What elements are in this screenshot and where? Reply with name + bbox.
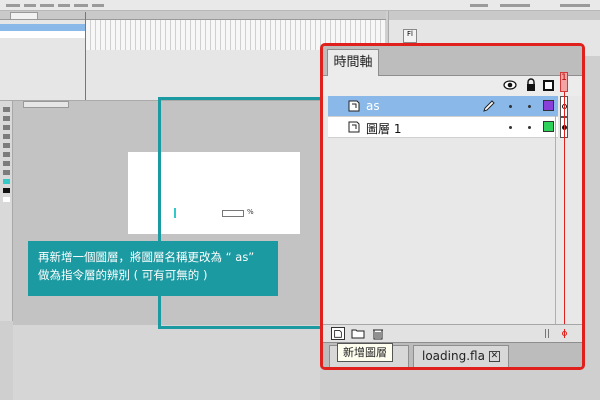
playhead-marker-icon [562,329,567,338]
lock-dot[interactable] [528,105,531,108]
percent-label: % [247,208,254,216]
instruction-note: 再新增一個圖層，將圖層名稱更改為 “ as” 做為指令層的辨別 ( 可有可無的 … [28,241,278,296]
new-layer-tooltip: 新增圖層 [337,343,393,362]
outline-icon[interactable] [543,80,554,91]
timeline-footer [323,324,582,342]
panel-tab-bar: 時間軸 [323,46,582,76]
eye-icon[interactable] [503,78,517,92]
percent-textbox [222,210,244,217]
connector-line [158,296,161,329]
layer-icon [348,100,360,112]
note-line-2: 做為指令層的辨別 ( 可有可無的 ) [38,268,208,282]
layer-row-as[interactable]: as [328,96,558,117]
trash-icon[interactable] [371,327,385,340]
new-layer-icon[interactable] [331,327,345,340]
connector-line [158,326,334,329]
pencil-icon [483,100,495,112]
layer-row-1[interactable]: 圖層 1 [328,117,558,138]
scroll-grip[interactable] [545,329,551,338]
stage [128,152,300,234]
layer-color-swatch[interactable] [543,121,554,132]
tab-loading-fla[interactable]: loading.fla ✕ [413,345,509,367]
visibility-dot[interactable] [509,105,512,108]
loading-bar [174,208,176,218]
tab-label: loading.fla [422,349,485,363]
tab-timeline[interactable]: 時間軸 [327,49,379,76]
document-tab[interactable] [23,101,69,108]
layer-color-swatch[interactable] [543,100,554,111]
tools-panel [0,101,13,321]
frame-number[interactable]: 1 [560,72,568,92]
lock-dot[interactable] [528,126,531,129]
connector-line [158,97,161,241]
layer-icon [348,121,360,133]
connector-line [158,97,334,100]
layer-list: as 圖層 1 [323,96,582,324]
visibility-dot[interactable] [509,126,512,129]
menu-bar [0,0,600,11]
close-icon[interactable]: ✕ [488,351,500,362]
lock-icon[interactable] [524,78,538,92]
new-folder-icon[interactable] [351,327,365,340]
layer-name-1[interactable]: 圖層 1 [366,120,401,137]
layer-header [323,76,582,96]
timeline-panel-zoom: 時間軸 1 as 圖層 1 loading.fla ✕ [320,43,585,370]
layer-name-as[interactable]: as [366,99,380,113]
note-line-1: 再新增一個圖層，將圖層名稱更改為 “ as” [38,250,255,264]
